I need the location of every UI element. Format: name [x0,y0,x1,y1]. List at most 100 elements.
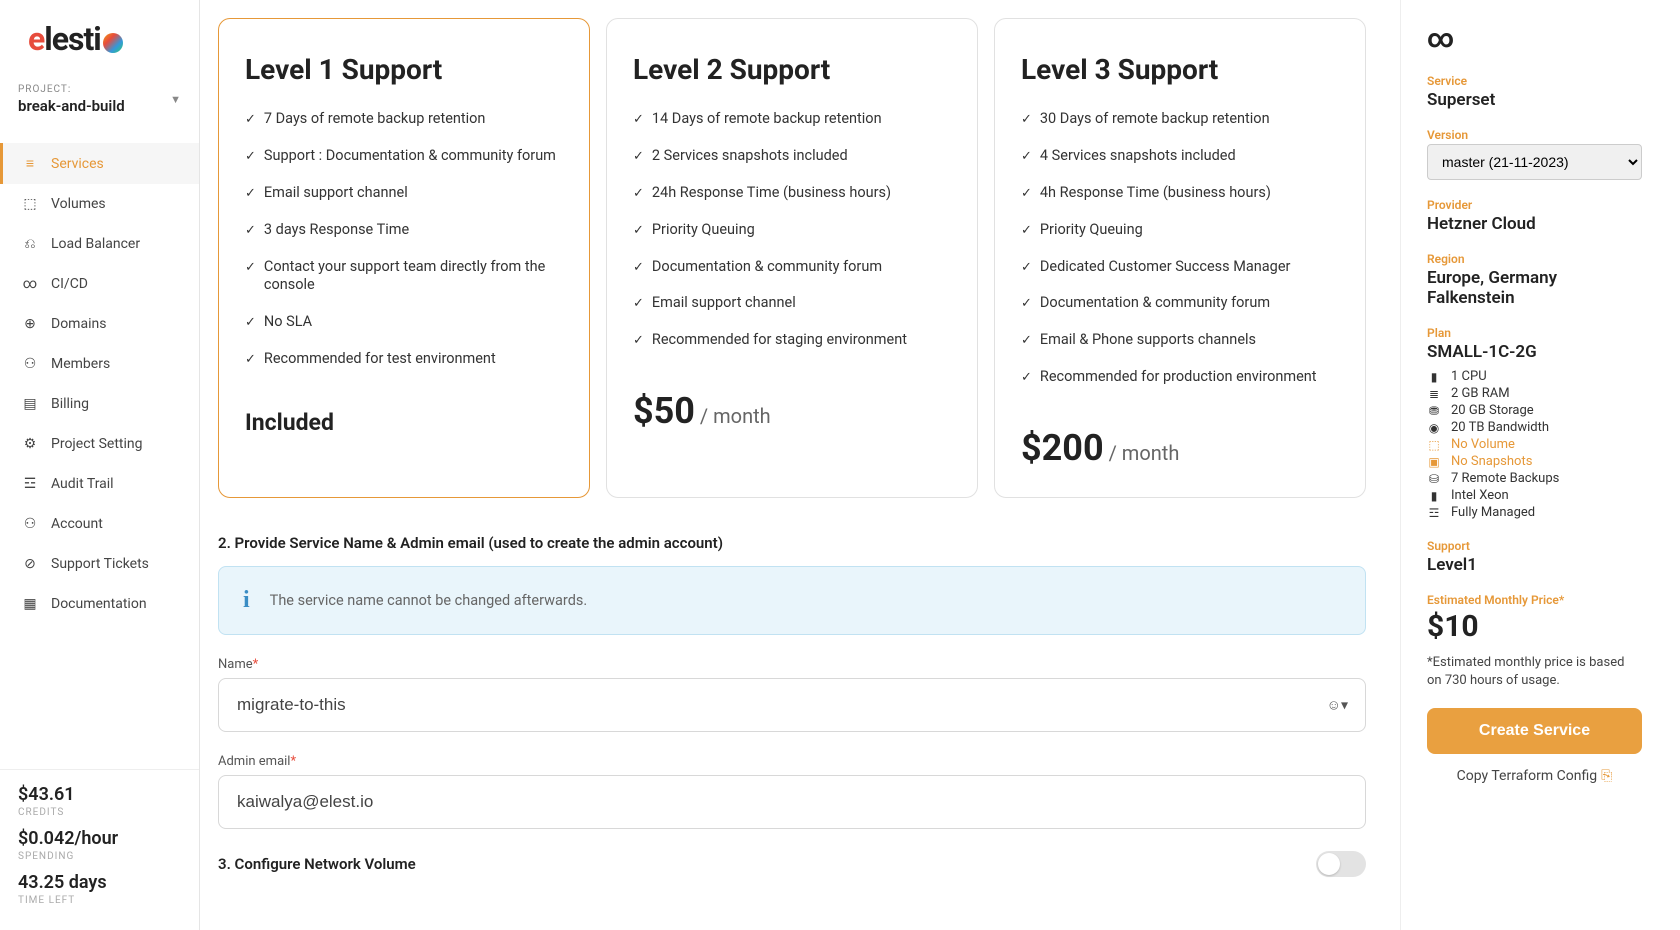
check-icon: ✓ [633,149,644,166]
feature-item: ✓Recommended for staging environment [633,331,951,350]
card-price: $200 / month [1021,427,1339,469]
email-label: Admin email* [218,754,1366,769]
nav-label: Account [51,516,103,532]
spec-icon: ▮ [1427,370,1441,384]
support-card-2[interactable]: Level 2 Support✓14 Days of remote backup… [606,18,978,498]
nav-item-volumes[interactable]: ⬚ Volumes [0,184,199,224]
spec-icon: ▮ [1427,489,1441,503]
nav-item-domains[interactable]: ⊕ Domains [0,304,199,344]
network-volume-toggle[interactable] [1316,851,1366,877]
spec-item: ☲Fully Managed [1427,504,1642,521]
rp-support: Level1 [1427,555,1642,575]
feature-item: ✓Recommended for test environment [245,350,563,369]
info-text: The service name cannot be changed after… [270,592,588,609]
feature-item: ✓Email support channel [633,294,951,313]
feature-item: ✓4h Response Time (business hours) [1021,184,1339,203]
nav-icon: ⎌ [21,236,39,252]
user-icon[interactable]: ☺▾ [1327,697,1348,714]
nav-item-members[interactable]: ⚇ Members [0,344,199,384]
feature-item: ✓4 Services snapshots included [1021,147,1339,166]
admin-email-input[interactable] [218,775,1366,829]
check-icon: ✓ [245,149,256,166]
nav-icon: ⚙ [21,436,39,452]
nav-item-support-tickets[interactable]: ⊘Support Tickets [0,544,199,584]
nav-icon: ▦ [21,596,39,612]
footer-stats: $43.61 CREDITS $0.042/hour SPENDING 43.2… [0,769,199,930]
spec-item: ⛃20 GB Storage [1427,402,1642,419]
check-icon: ✓ [633,260,644,277]
nav-label: Support Tickets [51,556,149,572]
check-icon: ✓ [633,296,644,313]
check-icon: ✓ [1021,149,1032,166]
feature-item: ✓Support : Documentation & community for… [245,147,563,166]
rp-region: Europe, Germany Falkenstein [1427,268,1642,308]
support-cards: Level 1 Support ✓7 Days of remote backup … [218,18,1366,498]
service-name-input[interactable] [218,678,1366,732]
credits-label: CREDITS [18,807,181,818]
spec-icon: ☲ [1427,506,1441,520]
nav-label: Volumes [51,196,106,212]
nav-icon: ⊕ [21,316,39,332]
create-service-button[interactable]: Create Service [1427,708,1642,754]
version-select[interactable]: master (21-11-2023) [1427,144,1642,180]
rp-note: *Estimated monthly price is based on 730… [1427,654,1642,690]
feature-item: ✓Contact your support team directly from… [245,258,563,296]
feature-item: ✓7 Days of remote backup retention [245,110,563,129]
check-icon: ✓ [633,333,644,350]
nav-item-account[interactable]: ⚇Account [0,504,199,544]
project-selector[interactable]: PROJECT: break-and-build ▼ [0,72,199,125]
check-icon: ✓ [1021,333,1032,350]
nav-item-billing[interactable]: ▤Billing [0,384,199,424]
support-card-1[interactable]: Level 1 Support ✓7 Days of remote backup … [218,18,590,498]
feature-item: ✓No SLA [245,313,563,332]
project-name: break-and-build [18,97,170,115]
rp-service-label: Service [1427,74,1642,88]
spec-item: ▣No Snapshots [1427,453,1642,470]
feature-item: ✓2 Services snapshots included [633,147,951,166]
spec-icon: ⬚ [1427,438,1441,452]
card-title: Level 1 Support [245,53,563,86]
card-price: $50 / month [633,390,951,432]
card-title: Level 2 Support [633,53,951,86]
check-icon: ✓ [1021,186,1032,203]
nav-label: Members [51,356,110,372]
check-icon: ✓ [245,260,256,277]
spec-list: ▮1 CPU≣2 GB RAM⛃20 GB Storage◉20 TB Band… [1427,368,1642,521]
nav-icon: ⬚ [21,196,39,212]
spending-value: $0.042/hour [18,828,181,849]
check-icon: ✓ [633,186,644,203]
check-icon: ✓ [245,352,256,369]
rp-region-label: Region [1427,252,1642,266]
feature-item: ✓Email support channel [245,184,563,203]
copy-terraform-link[interactable]: Copy Terraform Config⎘ [1427,768,1642,784]
nav-label: Services [51,156,104,172]
feature-item: ✓Dedicated Customer Success Manager [1021,258,1339,277]
nav-label: Domains [51,316,106,332]
nav-item-load-balancer[interactable]: ⎌ Load Balancer [0,224,199,264]
rp-service: Superset [1427,90,1642,110]
feature-item: ✓Priority Queuing [633,221,951,240]
section2-heading: 2. Provide Service Name & Admin email (u… [218,534,1366,552]
timeleft-value: 43.25 days [18,872,181,893]
support-card-3[interactable]: Level 3 Support✓30 Days of remote backup… [994,18,1366,498]
spending-label: SPENDING [18,851,181,862]
nav-item-services[interactable]: ≡Services [0,143,199,184]
spec-icon: ⛃ [1427,404,1441,418]
nav: ≡Services ⬚ Volumes ⎌ Load Balancer ∞CI/CD ⊕ Do… [0,125,199,769]
summary-panel: ∞ Service Superset Version master (21-11… [1400,0,1668,930]
nav-item-audit-trail[interactable]: ☲Audit Trail [0,464,199,504]
nav-item-project-setting[interactable]: ⚙Project Setting [0,424,199,464]
check-icon: ✓ [1021,260,1032,277]
spec-item: ▮Intel Xeon [1427,487,1642,504]
spec-item: ◉20 TB Bandwidth [1427,419,1642,436]
nav-label: Billing [51,396,89,412]
nav-label: Load Balancer [51,236,140,252]
check-icon: ✓ [633,223,644,240]
feature-item: ✓30 Days of remote backup retention [1021,110,1339,129]
nav-item-ci/cd[interactable]: ∞CI/CD [0,264,199,304]
feature-item: ✓Documentation & community forum [633,258,951,277]
credits-value: $43.61 [18,784,181,805]
check-icon: ✓ [1021,223,1032,240]
nav-icon: ⚇ [21,356,39,372]
nav-item-documentation[interactable]: ▦Documentation [0,584,199,624]
